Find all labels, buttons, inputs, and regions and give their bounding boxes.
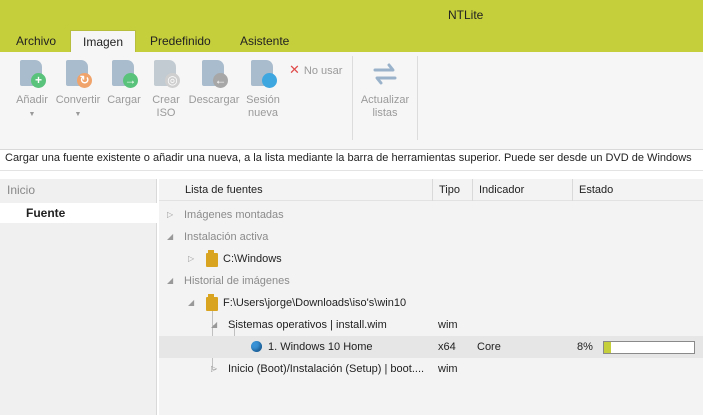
source-list: Lista de fuentes Tipo Indicador Estado ▷… bbox=[159, 179, 703, 415]
expand-icon[interactable]: ▷ bbox=[167, 204, 173, 226]
new-session-button[interactable]: Sesión nueva bbox=[244, 58, 282, 120]
table-row[interactable]: ◢ Sistemas operativos | install.wim wim bbox=[159, 314, 703, 336]
convert-icon: ↻ bbox=[62, 58, 94, 90]
close-icon: ✕ bbox=[289, 62, 300, 77]
column-type[interactable]: Tipo bbox=[432, 179, 472, 201]
chevron-down-icon: ▼ bbox=[74, 111, 82, 118]
refresh-lists-button[interactable]: Actualizar listas bbox=[357, 58, 413, 120]
load-button[interactable]: → Cargar bbox=[105, 58, 143, 107]
tab-imagen[interactable]: Imagen bbox=[70, 30, 137, 53]
tree-group-history[interactable]: ◢ Historial de imágenes bbox=[159, 270, 703, 292]
folder-icon bbox=[206, 294, 218, 311]
menu-bar: Archivo Imagen Predefinido Asistente bbox=[0, 30, 703, 53]
column-header: Lista de fuentes Tipo Indicador Estado bbox=[159, 179, 703, 201]
create-iso-button[interactable]: ◎ Crear ISO bbox=[148, 58, 184, 120]
sidebar: Inicio Fuente bbox=[0, 179, 157, 415]
ribbon-separator bbox=[417, 56, 418, 140]
collapse-icon[interactable]: ◢ bbox=[167, 270, 173, 292]
column-indicator[interactable]: Indicador bbox=[472, 179, 572, 201]
tab-asistente[interactable]: Asistente bbox=[232, 30, 297, 52]
disc-icon: ◎ bbox=[150, 58, 182, 90]
no-use-button[interactable]: ✕ No usar bbox=[289, 62, 342, 78]
add-button[interactable]: + Añadir ▼ bbox=[12, 58, 52, 121]
table-row[interactable]: 1. Windows 10 Home x64 Core 8% bbox=[159, 336, 703, 358]
title-bar: NTLite bbox=[0, 0, 703, 30]
ribbon-separator bbox=[352, 56, 353, 140]
tree-item-c-windows[interactable]: ▷ C:\Windows bbox=[159, 248, 703, 270]
collapse-icon[interactable]: ◢ bbox=[167, 226, 173, 248]
ribbon-toolbar: + Añadir ▼ ↻ Convertir ▼ → Cargar ◎ Crea… bbox=[0, 52, 703, 150]
session-icon bbox=[247, 58, 279, 90]
table-row[interactable]: ▷ Inicio (Boot)/Instalación (Setup) | bo… bbox=[159, 358, 703, 380]
refresh-icon bbox=[369, 58, 401, 90]
tree-group-mounted[interactable]: ▷ Imágenes montadas bbox=[159, 204, 703, 226]
expand-icon[interactable]: ▷ bbox=[211, 358, 217, 380]
tab-predefinido[interactable]: Predefinido bbox=[142, 30, 219, 52]
chevron-down-icon: ▼ bbox=[28, 111, 36, 118]
load-icon: → bbox=[108, 58, 140, 90]
download-icon: ← bbox=[198, 58, 230, 90]
column-status[interactable]: Estado bbox=[572, 179, 703, 201]
tab-archivo[interactable]: Archivo bbox=[8, 30, 64, 52]
convert-button[interactable]: ↻ Convertir ▼ bbox=[54, 58, 102, 121]
sidebar-item-fuente[interactable]: Fuente bbox=[0, 203, 157, 223]
progress-bar bbox=[603, 341, 695, 354]
info-text: Cargar una fuente existente o añadir una… bbox=[0, 151, 703, 171]
download-button[interactable]: ← Descargar bbox=[188, 58, 240, 107]
edition-icon bbox=[251, 341, 262, 352]
expand-icon[interactable]: ▷ bbox=[188, 248, 194, 270]
tree-item-win10[interactable]: ◢ F:\Users\jorge\Downloads\iso's\win10 bbox=[159, 292, 703, 314]
app-title: NTLite bbox=[448, 8, 484, 22]
collapse-icon[interactable]: ◢ bbox=[188, 292, 194, 314]
tree-group-active[interactable]: ◢ Instalación activa bbox=[159, 226, 703, 248]
sidebar-header: Inicio bbox=[7, 183, 36, 197]
collapse-icon[interactable]: ◢ bbox=[211, 314, 217, 336]
progress-fill bbox=[604, 342, 612, 353]
folder-icon bbox=[206, 250, 218, 267]
add-icon: + bbox=[16, 58, 48, 90]
column-source-list[interactable]: Lista de fuentes bbox=[159, 179, 432, 201]
